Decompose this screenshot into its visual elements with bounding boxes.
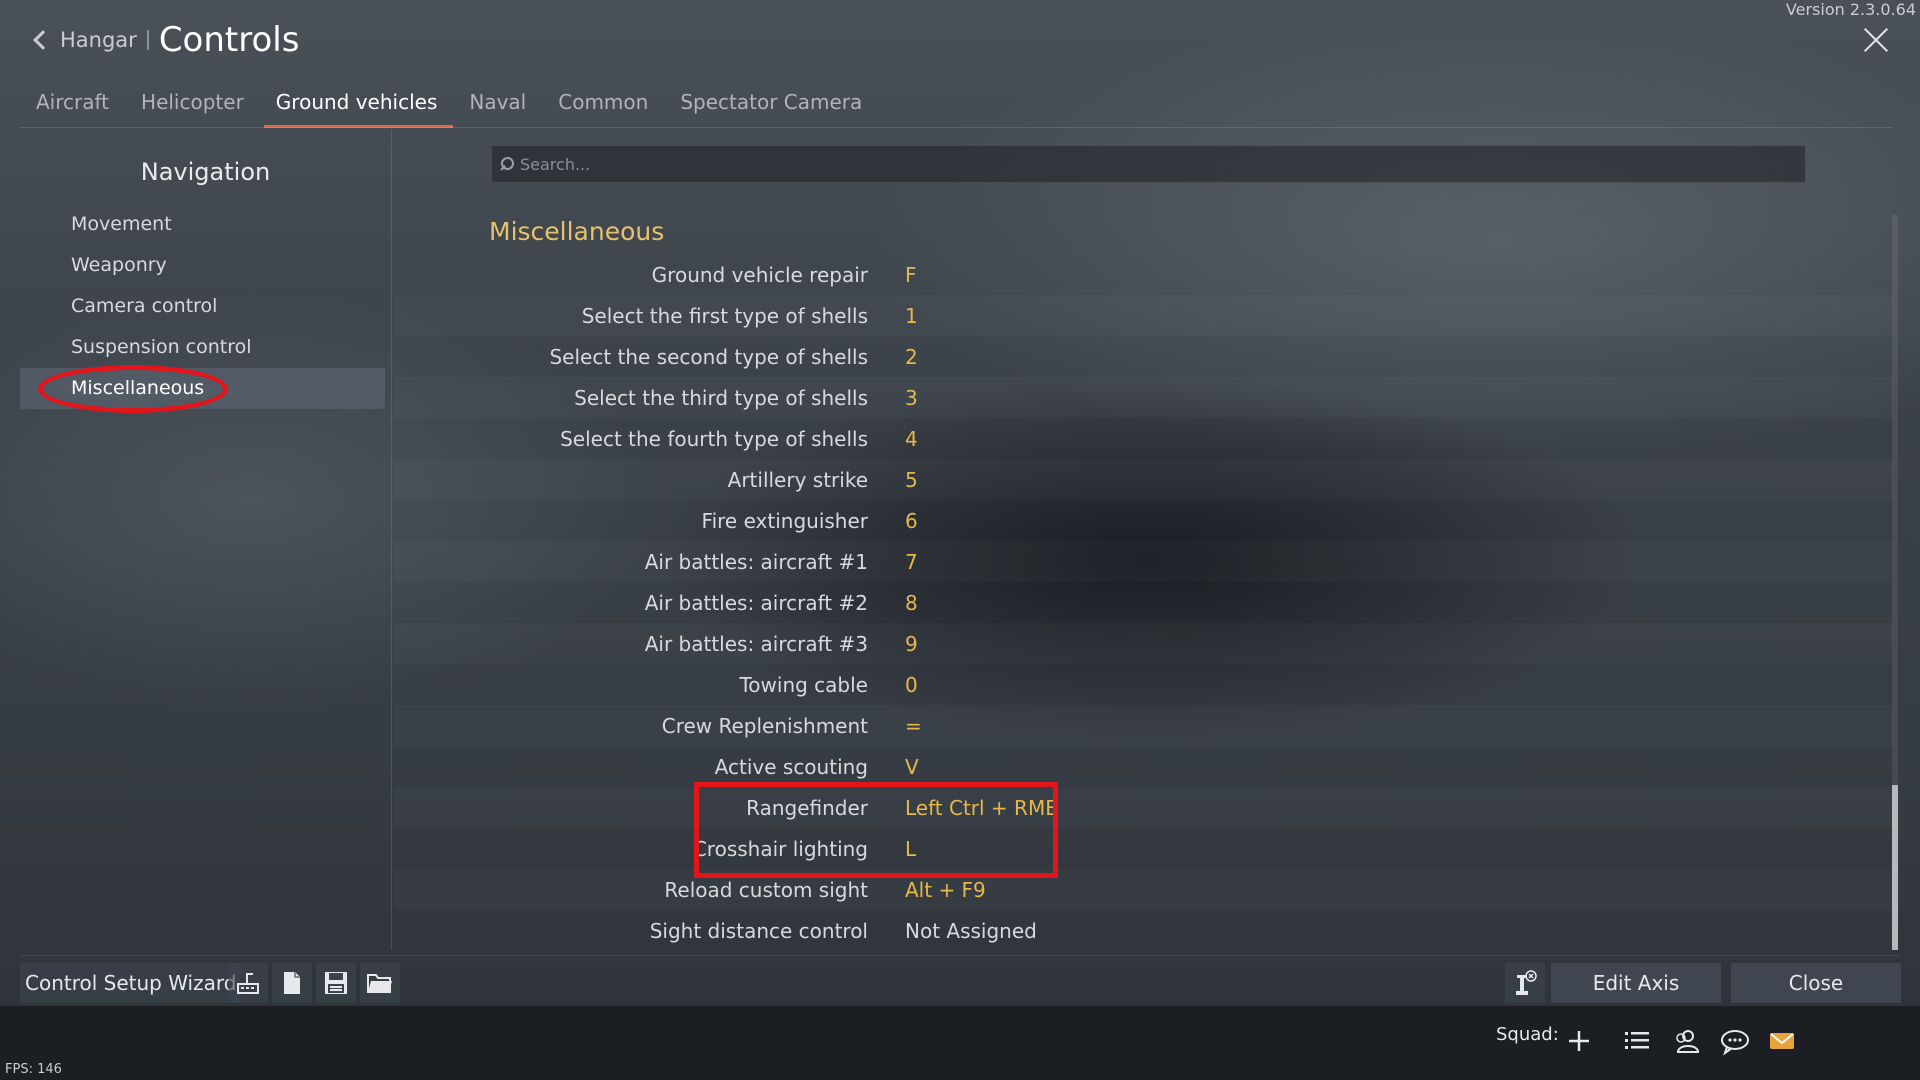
tab-common[interactable]: Common [542,82,664,128]
close-icon[interactable] [1858,22,1894,58]
binding-row[interactable]: Select the fourth type of shells 4 [394,418,1894,459]
search-bar [491,145,1806,183]
scrollbar-thumb[interactable] [1892,785,1898,950]
binding-key[interactable]: 3 [905,386,918,410]
binding-key[interactable]: L [905,837,916,861]
edit-axis-button[interactable]: Edit Axis [1551,963,1721,1003]
binding-label: Select the first type of shells [581,303,868,328]
chat-icon[interactable] [1719,1026,1749,1056]
joystick-axis-icon[interactable] [1505,963,1545,1003]
squad-label: Squad: [1496,1024,1559,1045]
binding-row[interactable]: Active scouting V [394,746,1894,787]
binding-key[interactable]: 6 [905,509,918,533]
binding-key[interactable]: V [905,755,919,779]
binding-row[interactable]: Fire extinguisher 6 [394,500,1894,541]
scrollbar[interactable] [1892,215,1898,950]
binding-key[interactable]: 0 [905,673,918,697]
binding-key[interactable]: F [905,263,917,287]
list-icon[interactable] [1622,1026,1652,1056]
binding-row[interactable]: Towing cable 0 [394,664,1894,705]
binding-key[interactable]: = [905,714,922,738]
binding-label: Towing cable [739,672,868,697]
tab-bar: Aircraft Helicopter Ground vehicles Nava… [20,82,878,128]
binding-row[interactable]: Select the first type of shells 1 [394,295,1894,336]
binding-label: Air battles: aircraft #2 [644,590,868,615]
search-icon [500,157,514,171]
add-squad-icon[interactable] [1564,1026,1594,1056]
binding-key[interactable]: Not Assigned [905,919,1037,943]
binding-label: Select the second type of shells [549,344,868,369]
binding-label: Artillery strike [727,467,868,492]
binding-row[interactable]: Crosshair lighting L [394,828,1894,869]
page-title: Controls [158,20,300,60]
binding-label: Reload custom sight [664,877,868,902]
binding-key[interactable]: 8 [905,591,918,615]
binding-row[interactable]: Air battles: aircraft #3 9 [394,623,1894,664]
binding-key[interactable]: Left Ctrl + RMB [905,796,1059,820]
binding-key[interactable]: Alt + F9 [905,878,986,902]
binding-row[interactable]: Air battles: aircraft #2 8 [394,582,1894,623]
binding-label: Select the third type of shells [574,385,868,410]
binding-row[interactable]: Select the second type of shells 2 [394,336,1894,377]
binding-row[interactable]: Rangefinder Left Ctrl + RMB [394,787,1894,828]
binding-key[interactable]: 5 [905,468,918,492]
navigation-panel: Navigation Movement Weaponry Camera cont… [20,130,392,950]
tab-helicopter[interactable]: Helicopter [125,82,260,128]
binding-key[interactable]: 7 [905,550,918,574]
open-folder-icon[interactable] [360,963,400,1003]
page-header: Hangar Controls [30,18,299,62]
footer-bar: Squad: FPS: 146 [0,1006,1920,1080]
contacts-icon[interactable] [1671,1026,1701,1056]
binding-key[interactable]: 4 [905,427,918,451]
close-button[interactable]: Close [1731,963,1901,1003]
version-label: Version 2.3.0.64 [1785,0,1916,19]
nav-item-suspension-control[interactable]: Suspension control [20,327,385,368]
nav-item-miscellaneous[interactable]: Miscellaneous [20,365,385,413]
navigation-title: Navigation [140,158,271,186]
binding-label: Rangefinder [746,795,868,820]
bottom-toolbar: Control Setup Wizard Edit Axis Close [20,955,1901,1003]
nav-item-camera-control[interactable]: Camera control [20,286,385,327]
tab-spectator-camera[interactable]: Spectator Camera [664,82,878,128]
keyboard-setup-icon[interactable] [228,963,268,1003]
binding-row[interactable]: Reload custom sight Alt + F9 [394,869,1894,910]
section-title: Miscellaneous [489,217,665,246]
nav-item-weaponry[interactable]: Weaponry [20,245,385,286]
tabs-divider [20,127,1892,128]
binding-label: Ground vehicle repair [651,262,868,287]
binding-label: Active scouting [714,754,868,779]
binding-key[interactable]: 2 [905,345,918,369]
binding-row[interactable]: Ground vehicle repair F [394,254,1894,295]
chevron-left-icon[interactable] [33,30,53,50]
breadcrumb-divider [146,30,149,50]
binding-label: Select the fourth type of shells [560,426,868,451]
back-hangar-link[interactable]: Hangar [60,28,137,52]
binding-label: Crosshair lighting [692,836,868,861]
binding-label: Air battles: aircraft #1 [644,549,868,574]
binding-label: Crew Replenishment [661,713,868,738]
binding-row[interactable]: Crew Replenishment = [394,705,1894,746]
binding-row[interactable]: Artillery strike 5 [394,459,1894,500]
binding-label: Sight distance control [649,918,868,943]
search-input[interactable] [520,154,1720,174]
control-setup-wizard-button[interactable]: Control Setup Wizard [20,963,242,1003]
binding-key[interactable]: 1 [905,304,918,328]
nav-item-movement[interactable]: Movement [20,204,385,245]
binding-row[interactable]: Select the third type of shells 3 [394,377,1894,418]
nav-item-label: Miscellaneous [71,377,205,399]
mail-icon[interactable] [1767,1026,1797,1056]
fps-counter: FPS: 146 [5,1062,62,1077]
binding-label: Fire extinguisher [701,508,868,533]
tab-aircraft[interactable]: Aircraft [20,82,125,128]
save-icon[interactable] [316,963,356,1003]
controls-list: Miscellaneous Ground vehicle repair F Sel… [394,210,1894,955]
new-file-icon[interactable] [272,963,312,1003]
binding-rows: Ground vehicle repair F Select the first … [394,254,1894,951]
binding-row[interactable]: Air battles: aircraft #1 7 [394,541,1894,582]
binding-key[interactable]: 9 [905,632,918,656]
binding-row[interactable]: Sight distance control Not Assigned [394,910,1894,951]
tab-naval[interactable]: Naval [453,82,542,128]
binding-label: Air battles: aircraft #3 [644,631,868,656]
tab-ground-vehicles[interactable]: Ground vehicles [260,82,454,128]
